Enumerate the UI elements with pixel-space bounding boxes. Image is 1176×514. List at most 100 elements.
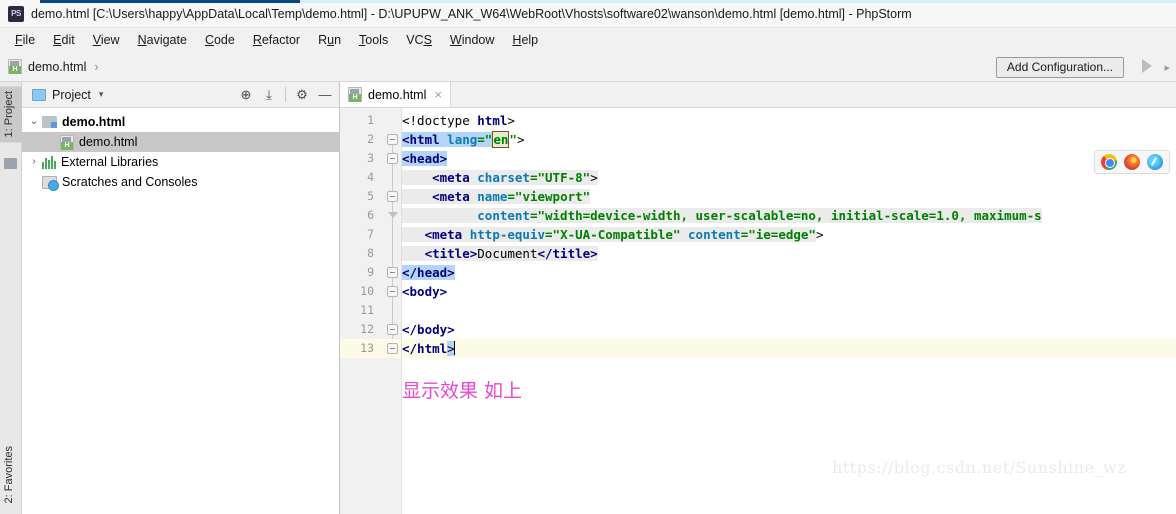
edge-icon[interactable] bbox=[1147, 154, 1163, 170]
tree-item-label: External Libraries bbox=[61, 155, 159, 169]
code-line-4[interactable]: <meta charset="UTF-8"> bbox=[402, 168, 1176, 187]
fold-toggle-icon[interactable] bbox=[387, 286, 398, 297]
menu-item-run[interactable]: Run bbox=[309, 31, 350, 49]
code-token: <!doctype bbox=[402, 113, 478, 128]
menu-item-refactor[interactable]: Refactor bbox=[244, 31, 309, 49]
code-line-7[interactable]: <meta http-equiv="X-UA-Compatible" conte… bbox=[402, 225, 1176, 244]
breadcrumb-separator-icon: › bbox=[94, 59, 99, 74]
tree-item-label: demo.html bbox=[79, 135, 138, 149]
menu-item-view[interactable]: View bbox=[84, 31, 129, 49]
code-line-6[interactable]: content="width=device-width, user-scalab… bbox=[402, 206, 1176, 225]
chrome-icon[interactable] bbox=[1101, 154, 1117, 170]
fold-toggle-icon[interactable] bbox=[387, 267, 398, 278]
fold-toggle-icon[interactable] bbox=[387, 134, 398, 145]
settings-gear-icon[interactable]: ⚙ bbox=[292, 85, 312, 105]
code-token: en bbox=[492, 131, 510, 148]
fold-toggle-icon[interactable] bbox=[387, 343, 398, 354]
title-accent-right bbox=[300, 0, 1176, 3]
code-line-10[interactable]: <body> bbox=[402, 282, 1176, 301]
menu-item-edit[interactable]: Edit bbox=[44, 31, 84, 49]
menu-bar: File Edit View Navigate Code Refactor Run Tools… bbox=[0, 28, 1176, 52]
sidebar-item-project[interactable]: 1: Project bbox=[0, 86, 22, 143]
title-accent-left bbox=[40, 0, 300, 3]
code-line-9[interactable]: </head> bbox=[402, 263, 1176, 282]
code-content[interactable]: <!doctype html> <html lang="en"> <head> <m… bbox=[402, 108, 1176, 514]
code-line-3[interactable]: <head> bbox=[402, 149, 1176, 168]
fold-toggle-icon[interactable] bbox=[387, 210, 398, 221]
menu-item-file[interactable]: File bbox=[6, 31, 44, 49]
code-token: <meta bbox=[424, 227, 463, 242]
line-number: 8 bbox=[367, 246, 374, 260]
folder-icon bbox=[42, 116, 57, 128]
collapse-all-icon[interactable]: ⤓ bbox=[259, 85, 279, 105]
code-token: http-equiv bbox=[469, 227, 546, 242]
tree-twisty-icon[interactable]: ⌄ bbox=[26, 112, 42, 132]
code-token: html bbox=[477, 113, 508, 128]
html-file-icon bbox=[60, 134, 74, 150]
close-icon[interactable]: × bbox=[434, 87, 442, 102]
menu-item-code[interactable]: Code bbox=[196, 31, 244, 49]
code-line-2[interactable]: <html lang="en"> bbox=[402, 130, 1176, 149]
tree-twisty-icon[interactable]: › bbox=[26, 152, 42, 172]
fold-toggle-icon[interactable] bbox=[387, 153, 398, 164]
html-file-icon bbox=[8, 59, 22, 74]
line-number-gutter: 1 2 3 4 5 6 7 8 9 10 11 12 13 bbox=[340, 108, 380, 514]
window-title: demo.html [C:\Users\happy\AppData\Local\… bbox=[31, 6, 912, 21]
code-token: ="width=device-width, user-scalable=no, … bbox=[529, 208, 1042, 223]
code-line-13[interactable]: </html> bbox=[402, 339, 1176, 358]
menu-item-tools[interactable]: Tools bbox=[350, 31, 397, 49]
code-token bbox=[402, 246, 425, 261]
menu-item-navigate[interactable]: Navigate bbox=[129, 31, 196, 49]
code-token: Document bbox=[477, 246, 538, 261]
line-number: 10 bbox=[360, 284, 374, 298]
code-line-5[interactable]: <meta name="viewport" bbox=[402, 187, 1176, 206]
code-line-12[interactable]: </body> bbox=[402, 320, 1176, 339]
code-token: lang bbox=[447, 132, 478, 147]
watermark-text: https://blog.csdn.net/Sunshine_wz bbox=[832, 458, 1127, 477]
phpstorm-logo-icon: PS bbox=[8, 5, 24, 22]
line-number: 7 bbox=[367, 227, 374, 241]
firefox-icon[interactable] bbox=[1124, 154, 1140, 170]
project-tree: ⌄ demo.html demo.html › External Libraries Sc… bbox=[22, 108, 339, 192]
code-editor[interactable]: 1 2 3 4 5 6 7 8 9 10 11 12 13 <!doctype html> <html l… bbox=[340, 108, 1176, 514]
tree-item-3[interactable]: Scratches and Consoles bbox=[22, 172, 339, 192]
menu-item-window[interactable]: Window bbox=[441, 31, 503, 49]
fold-toggle-icon[interactable] bbox=[387, 324, 398, 335]
tree-item-label: demo.html bbox=[62, 115, 126, 129]
code-token: charset bbox=[477, 170, 530, 185]
add-configuration-button[interactable]: Add Configuration... bbox=[995, 57, 1124, 78]
fold-toggle-icon[interactable] bbox=[387, 191, 398, 202]
code-token: <html bbox=[402, 132, 440, 147]
tree-item-2[interactable]: › External Libraries bbox=[22, 152, 339, 172]
code-token: content bbox=[688, 227, 741, 242]
code-token: <meta bbox=[432, 189, 470, 204]
project-panel-title: Project bbox=[52, 87, 91, 102]
chevron-down-icon[interactable]: ▾ bbox=[99, 89, 104, 100]
code-token: <head> bbox=[402, 151, 448, 166]
sidebar-item-favorites[interactable]: 2: Favorites bbox=[0, 441, 22, 508]
project-tool-window: Project ▾ ⊕⤓ ⚙— ⌄ demo.html demo.html › Exter… bbox=[22, 82, 340, 514]
line-number: 9 bbox=[367, 265, 374, 279]
run-play-icon[interactable] bbox=[1142, 59, 1152, 73]
code-token: name bbox=[477, 189, 508, 204]
tab-demo-html[interactable]: demo.html × bbox=[340, 82, 451, 107]
line-number: 4 bbox=[367, 170, 374, 184]
code-line-1[interactable]: <!doctype html> bbox=[402, 111, 1176, 130]
hide-panel-icon[interactable]: — bbox=[315, 85, 335, 105]
breadcrumb-label: demo.html bbox=[28, 59, 87, 74]
navigation-bar: demo.html › Add Configuration... ▸ bbox=[0, 52, 1176, 82]
tree-item-0[interactable]: ⌄ demo.html bbox=[22, 112, 339, 132]
locate-icon[interactable]: ⊕ bbox=[236, 85, 256, 105]
code-token: </head> bbox=[402, 265, 455, 280]
chevron-right-icon[interactable]: ▸ bbox=[1164, 61, 1170, 74]
code-line-11[interactable] bbox=[402, 301, 1176, 320]
menu-item-help[interactable]: Help bbox=[503, 31, 547, 49]
code-token: " bbox=[509, 132, 517, 147]
menu-item-vcs[interactable]: VCS bbox=[397, 31, 441, 49]
tree-item-1[interactable]: demo.html bbox=[22, 132, 339, 152]
code-line-8[interactable]: <title>Document</title> bbox=[402, 244, 1176, 263]
code-folding-column bbox=[380, 108, 402, 514]
code-token bbox=[402, 227, 425, 242]
breadcrumb[interactable]: demo.html › bbox=[0, 59, 99, 74]
line-number: 5 bbox=[367, 189, 374, 203]
